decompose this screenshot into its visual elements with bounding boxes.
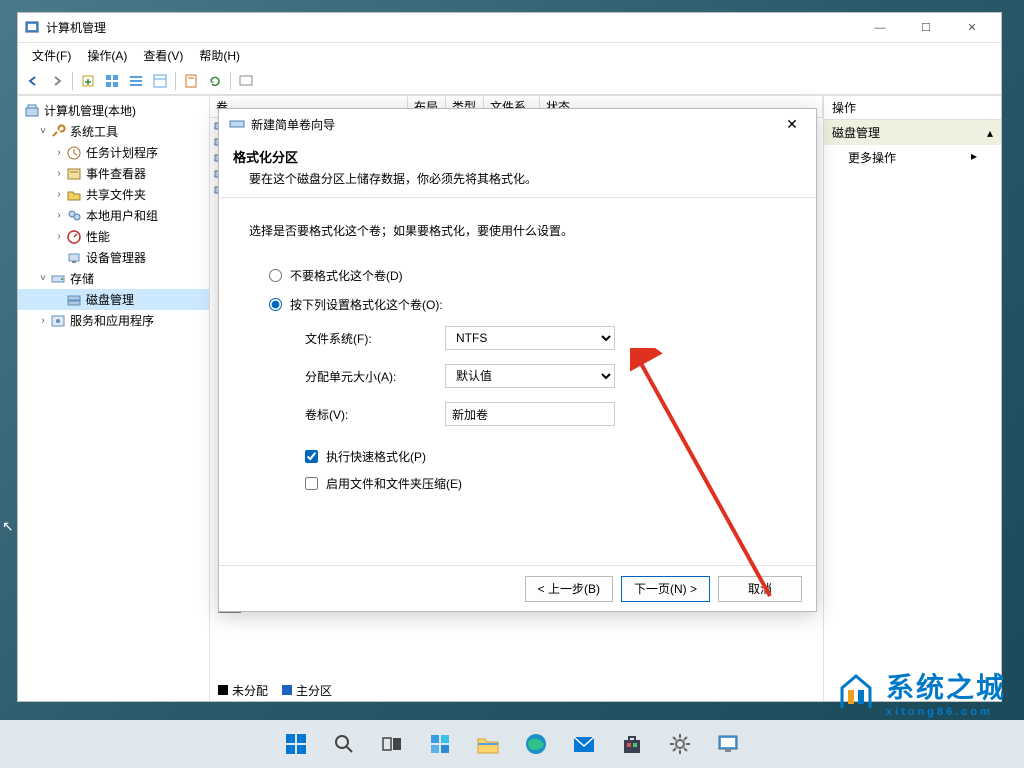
tree-disk-management[interactable]: 磁盘管理 — [18, 289, 209, 310]
tree-root[interactable]: 计算机管理(本地) — [18, 100, 209, 121]
menu-help[interactable]: 帮助(H) — [191, 44, 248, 67]
disk-icon — [229, 116, 245, 132]
wizard-footer: < 上一步(B) 下一页(N) > 取消 — [219, 565, 816, 611]
actions-panel: 操作 磁盘管理 ▴ 更多操作 ▸ — [823, 96, 1001, 701]
menu-file[interactable]: 文件(F) — [24, 44, 79, 67]
file-explorer-button[interactable] — [468, 724, 508, 764]
view-detail-button[interactable] — [149, 70, 171, 92]
tree-device-manager[interactable]: 设备管理器 — [18, 247, 209, 268]
tree-task-scheduler[interactable]: › 任务计划程序 — [18, 142, 209, 163]
forward-button[interactable] — [46, 70, 68, 92]
radio-format-input[interactable] — [269, 298, 282, 311]
field-allocation-unit: 分配单元大小(A): 默认值 — [249, 357, 786, 395]
titlebar: 计算机管理 — ☐ ✕ — [18, 13, 1001, 43]
tree-event-viewer[interactable]: › 事件查看器 — [18, 163, 209, 184]
tree-storage[interactable]: ˅ 存储 — [18, 268, 209, 289]
task-view-button[interactable] — [372, 724, 412, 764]
wizard-body: 选择是否要格式化这个卷；如果要格式化，要使用什么设置。 不要格式化这个卷(D) … — [219, 198, 816, 565]
edge-button[interactable] — [516, 724, 556, 764]
wizard-subheading: 要在这个磁盘分区上储存数据，你必须先将其格式化。 — [233, 170, 802, 187]
view-icons-button[interactable] — [101, 70, 123, 92]
volume-label-input[interactable] — [445, 402, 615, 426]
watermark-logo-icon — [834, 670, 878, 714]
wizard-close-button[interactable]: ✕ — [778, 111, 806, 137]
actions-header: 操作 — [824, 96, 1001, 120]
window-title: 计算机管理 — [46, 19, 857, 36]
chevron-right-icon: ▸ — [971, 149, 977, 166]
filesystem-select[interactable]: NTFS — [445, 326, 615, 350]
wizard-titlebar: 新建简单卷向导 ✕ — [219, 109, 816, 139]
field-filesystem: 文件系统(F): NTFS — [249, 319, 786, 357]
search-button[interactable] — [324, 724, 364, 764]
quick-format-checkbox[interactable] — [305, 450, 318, 463]
help-button[interactable] — [235, 70, 257, 92]
allocation-unit-select[interactable]: 默认值 — [445, 364, 615, 388]
menu-view[interactable]: 查看(V) — [135, 44, 191, 67]
wizard-intro: 选择是否要格式化这个卷；如果要格式化，要使用什么设置。 — [249, 222, 786, 239]
tree-system-tools[interactable]: ˅ 系统工具 — [18, 121, 209, 142]
cancel-button[interactable]: 取消 — [718, 576, 802, 602]
tree-performance[interactable]: › 性能 — [18, 226, 209, 247]
tree-panel: 计算机管理(本地) ˅ 系统工具 › 任务计划程序 › 事件查看器 › 共享文件… — [18, 96, 210, 701]
field-volume-label: 卷标(V): — [249, 395, 786, 433]
minimize-button[interactable]: — — [857, 13, 903, 43]
compress-checkbox[interactable] — [305, 477, 318, 490]
properties-button[interactable] — [180, 70, 202, 92]
store-button[interactable] — [612, 724, 652, 764]
actions-more[interactable]: 更多操作 ▸ — [824, 145, 1001, 170]
radio-no-format-input[interactable] — [269, 269, 282, 282]
refresh-button[interactable] — [204, 70, 226, 92]
tree-services[interactable]: › 服务和应用程序 — [18, 310, 209, 331]
next-button[interactable]: 下一页(N) > — [621, 576, 710, 602]
start-button[interactable] — [276, 724, 316, 764]
computer-management-taskbar-icon[interactable] — [708, 724, 748, 764]
menu-action[interactable]: 操作(A) — [79, 44, 135, 67]
toolbar — [18, 67, 1001, 95]
check-compress[interactable]: 启用文件和文件夹压缩(E) — [249, 470, 786, 497]
watermark: 系统之城 xitong86.com — [834, 666, 1006, 718]
wizard-title: 新建简单卷向导 — [251, 116, 778, 133]
back-button[interactable] — [22, 70, 44, 92]
wizard-header: 格式化分区 要在这个磁盘分区上储存数据，你必须先将其格式化。 — [219, 139, 816, 198]
menubar: 文件(F) 操作(A) 查看(V) 帮助(H) — [18, 43, 1001, 67]
chevron-up-icon: ▴ — [987, 126, 993, 140]
actions-section-diskmgmt[interactable]: 磁盘管理 ▴ — [824, 120, 1001, 145]
maximize-button[interactable]: ☐ — [903, 13, 949, 43]
desktop-cursor: ↖ — [2, 518, 14, 535]
up-button[interactable] — [77, 70, 99, 92]
widgets-button[interactable] — [420, 724, 460, 764]
view-list-button[interactable] — [125, 70, 147, 92]
tree-shared-folders[interactable]: › 共享文件夹 — [18, 184, 209, 205]
radio-no-format[interactable]: 不要格式化这个卷(D) — [249, 261, 786, 290]
settings-button[interactable] — [660, 724, 700, 764]
tree-local-users[interactable]: › 本地用户和组 — [18, 205, 209, 226]
new-simple-volume-wizard: 新建简单卷向导 ✕ 格式化分区 要在这个磁盘分区上储存数据，你必须先将其格式化。… — [218, 108, 817, 612]
legend: 未分配 主分区 — [218, 682, 332, 699]
mail-button[interactable] — [564, 724, 604, 764]
taskbar — [0, 720, 1024, 768]
wizard-heading: 格式化分区 — [233, 147, 802, 166]
radio-format[interactable]: 按下列设置格式化这个卷(O): — [249, 290, 786, 319]
check-quick-format[interactable]: 执行快速格式化(P) — [249, 443, 786, 470]
app-icon — [24, 20, 40, 36]
close-button[interactable]: ✕ — [949, 13, 995, 43]
back-button[interactable]: < 上一步(B) — [525, 576, 613, 602]
